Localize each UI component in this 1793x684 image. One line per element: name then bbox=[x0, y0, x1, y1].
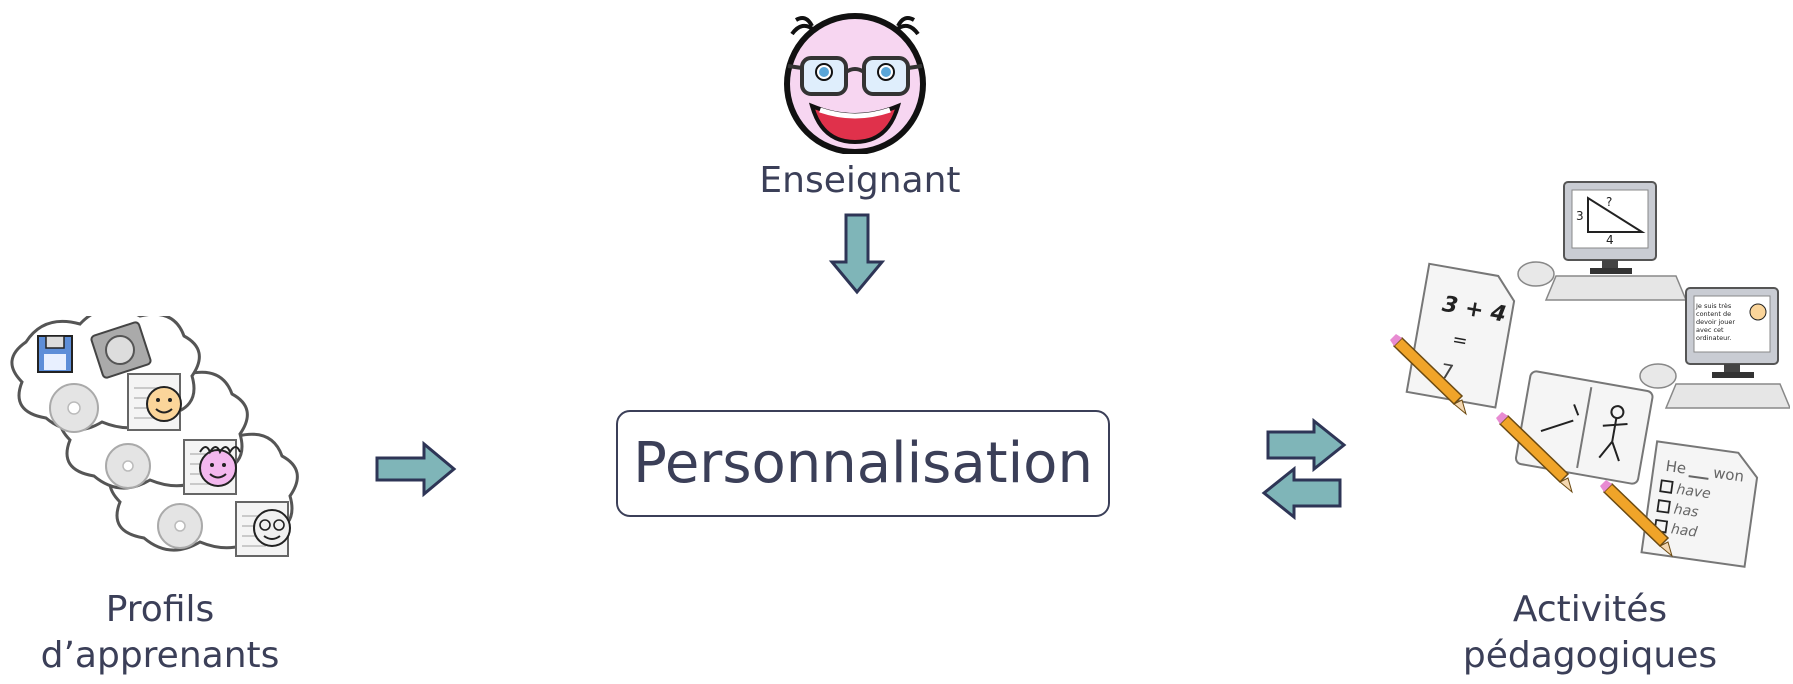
right-arrow-icon bbox=[375, 440, 457, 498]
activities-label-line1: Activités bbox=[1512, 589, 1668, 630]
profiles-label: Profils d’apprenants bbox=[0, 587, 320, 679]
learning-activities-icon: ? 3 4 Je suis très content de devoir jou… bbox=[1390, 181, 1790, 568]
learner-profiles-icon bbox=[10, 316, 299, 557]
activities-label: Activités pédagogiques bbox=[1435, 587, 1745, 679]
teacher-label: Enseignant bbox=[759, 160, 961, 201]
activities-label-line2: pédagogiques bbox=[1462, 635, 1718, 677]
profiles-label-line1: Profils bbox=[105, 589, 215, 630]
monitor1-side-b: 4 bbox=[1606, 233, 1614, 247]
profiles-label-line2: d’apprenants bbox=[40, 635, 280, 677]
svg-text:Je suis très content de: Je suis très content de devoir jouer ave… bbox=[1695, 302, 1737, 342]
math-sheet-icon: 3 + 4 = 7 bbox=[1405, 262, 1516, 409]
quiz-prompt-a: He bbox=[1665, 457, 1688, 478]
teacher-face-icon bbox=[784, 13, 926, 154]
personnalisation-label: Personnalisation bbox=[633, 431, 1093, 496]
down-arrow-icon bbox=[828, 213, 886, 295]
exchange-arrows-icon bbox=[1261, 418, 1347, 520]
computer-top-icon: ? 3 4 bbox=[1517, 181, 1688, 301]
computer-bottom-icon: Je suis très content de devoir jouer ave… bbox=[1639, 287, 1790, 409]
book-sheet-icon bbox=[1514, 370, 1654, 485]
quiz-option: has bbox=[1673, 501, 1700, 520]
quiz-sheet-icon: He won have has had bbox=[1640, 440, 1759, 568]
monitor1-side-a: 3 bbox=[1576, 209, 1584, 223]
personnalisation-box: Personnalisation bbox=[616, 410, 1110, 517]
monitor1-question: ? bbox=[1606, 195, 1612, 209]
